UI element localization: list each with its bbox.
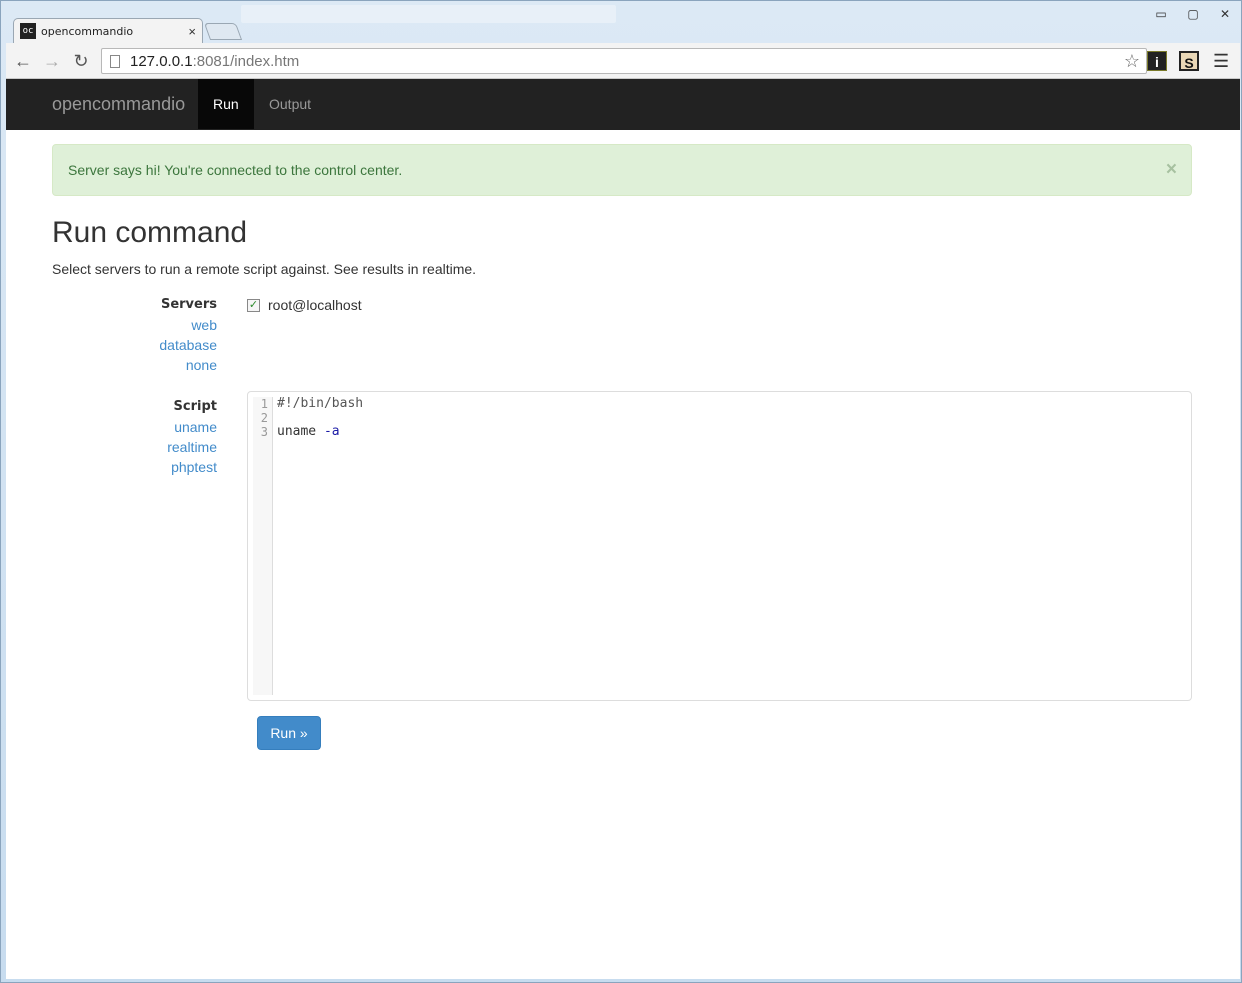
script-uname-link[interactable]: uname bbox=[167, 417, 217, 437]
script-realtime-link[interactable]: realtime bbox=[167, 437, 217, 457]
minimize-icon[interactable]: ▭ bbox=[1153, 7, 1169, 21]
server-group-web-link[interactable]: web bbox=[159, 315, 217, 335]
line-number-gutter: 1 2 3 bbox=[253, 397, 273, 695]
favicon-icon: oc bbox=[20, 23, 36, 39]
code-flag: -a bbox=[323, 424, 340, 439]
page-icon bbox=[110, 54, 120, 68]
navbar-brand[interactable]: opencommandio bbox=[52, 94, 185, 115]
server-option[interactable]: ✓ root@localhost bbox=[247, 297, 362, 313]
navbar: opencommandio Run Output bbox=[6, 79, 1240, 130]
server-group-none-link[interactable]: none bbox=[159, 355, 217, 375]
browser-toolbar: ← → ↻ 127.0.0.1:8081/index.htm ☆ i S ☰ bbox=[6, 43, 1240, 79]
page-viewport: opencommandio Run Output Server says hi!… bbox=[6, 79, 1240, 979]
servers-sidebar: Servers web database none bbox=[159, 295, 217, 375]
server-option-label: root@localhost bbox=[268, 297, 362, 313]
url-host: 127.0.0.1 bbox=[130, 52, 193, 70]
run-button[interactable]: Run » bbox=[257, 716, 321, 750]
script-label: Script bbox=[173, 399, 217, 414]
tab-title: opencommandio bbox=[41, 24, 134, 38]
nav-tab-output[interactable]: Output bbox=[254, 79, 326, 129]
extension-s-icon[interactable]: S bbox=[1179, 51, 1199, 71]
tab-close-icon[interactable]: × bbox=[188, 24, 196, 39]
browser-tab[interactable]: oc opencommandio × bbox=[13, 18, 203, 43]
extension-info-icon[interactable]: i bbox=[1147, 51, 1167, 71]
line-number: 3 bbox=[260, 425, 268, 439]
code-command: uname bbox=[277, 424, 317, 439]
script-sidebar: Script uname realtime phptest bbox=[167, 397, 217, 477]
code-line: #!/bin/bash bbox=[277, 396, 364, 411]
forward-arrow-icon[interactable]: → bbox=[41, 50, 63, 72]
url-path: :8081/index.htm bbox=[192, 52, 300, 70]
server-group-database-link[interactable]: database bbox=[159, 335, 217, 355]
script-editor[interactable]: 1 2 3 #!/bin/bash uname -a bbox=[247, 391, 1192, 701]
code-line: uname -a bbox=[277, 425, 363, 439]
page-description: Select servers to run a remote script ag… bbox=[52, 261, 477, 277]
restore-icon[interactable]: ▢ bbox=[1185, 7, 1201, 21]
browser-window: oc opencommandio × ▭ ▢ ✕ ← → ↻ 127.0.0.1… bbox=[0, 0, 1242, 983]
background-window-ghost bbox=[241, 5, 616, 23]
nav-tab-run[interactable]: Run bbox=[198, 79, 254, 129]
bookmark-star-icon[interactable]: ☆ bbox=[1124, 51, 1140, 72]
page-title: Run command bbox=[52, 216, 248, 249]
browser-menu-icon[interactable]: ☰ bbox=[1213, 51, 1229, 72]
line-number: 1 bbox=[260, 397, 268, 411]
back-arrow-icon[interactable]: ← bbox=[12, 50, 34, 72]
alert-message: Server says hi! You're connected to the … bbox=[68, 162, 403, 178]
success-alert: Server says hi! You're connected to the … bbox=[52, 144, 1192, 196]
new-tab-button[interactable] bbox=[203, 23, 243, 40]
close-window-icon[interactable]: ✕ bbox=[1217, 7, 1233, 21]
window-controls: ▭ ▢ ✕ bbox=[1153, 7, 1233, 21]
servers-label: Servers bbox=[160, 297, 217, 312]
line-number: 2 bbox=[260, 411, 268, 425]
address-bar[interactable]: 127.0.0.1:8081/index.htm ☆ bbox=[101, 48, 1147, 74]
tab-strip: oc opencommandio × ▭ ▢ ✕ bbox=[1, 1, 1242, 43]
script-phptest-link[interactable]: phptest bbox=[167, 457, 217, 477]
server-checkbox[interactable]: ✓ bbox=[247, 298, 260, 312]
code-area[interactable]: #!/bin/bash uname -a bbox=[277, 397, 363, 439]
alert-close-icon[interactable]: × bbox=[1166, 159, 1177, 181]
reload-icon[interactable]: ↻ bbox=[70, 50, 92, 72]
